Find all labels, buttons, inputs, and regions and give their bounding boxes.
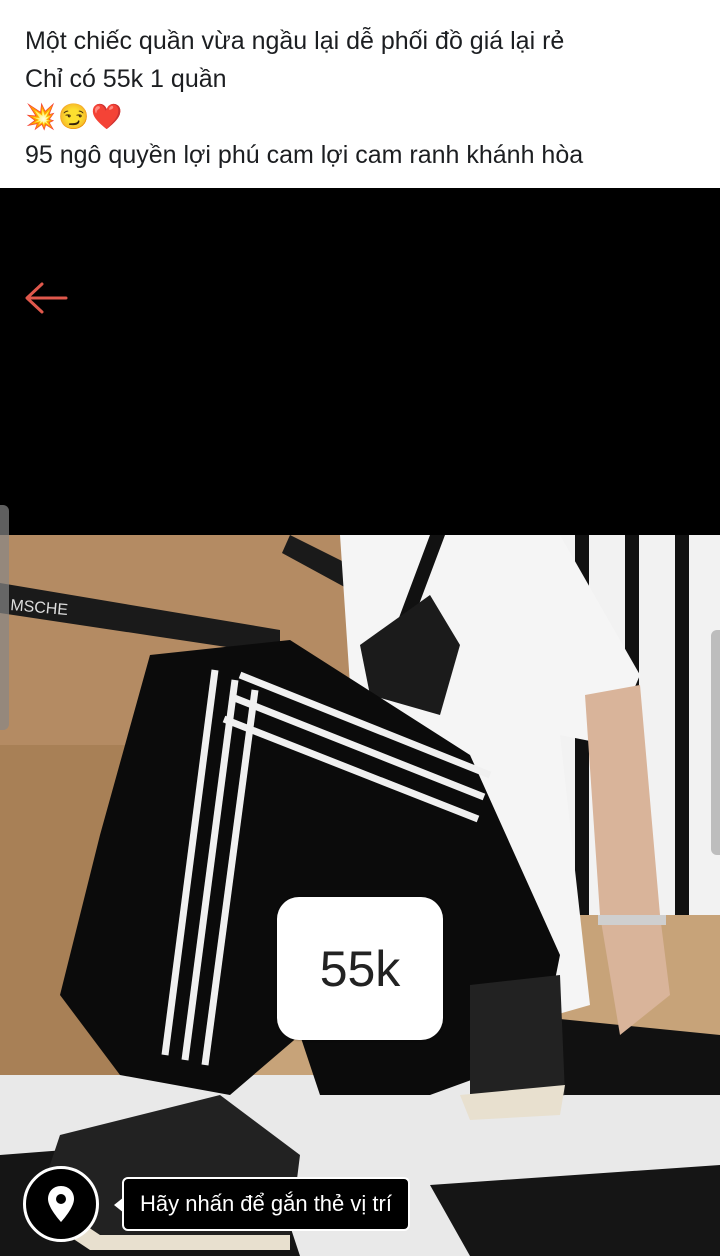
caption-line-4: 95 ngô quyền lợi phú cam lợi cam ranh kh… <box>25 141 584 169</box>
product-photo-image: MSCHE <box>0 535 720 1256</box>
product-photo[interactable]: MSCHE <box>0 535 720 1256</box>
back-button[interactable] <box>22 280 70 316</box>
scroll-indicator-left <box>0 505 9 730</box>
collision-emoji: 💥 <box>25 103 57 131</box>
heart-emoji: ❤️ <box>91 103 123 131</box>
location-tooltip[interactable]: Hãy nhấn để gắn thẻ vị trí <box>114 1177 410 1231</box>
smirk-emoji: 😏 <box>58 103 90 131</box>
back-arrow-icon <box>25 282 68 314</box>
price-sticker[interactable]: 55k <box>277 897 443 1040</box>
post-caption: Một chiếc quần vừa ngầu lại dễ phối đồ g… <box>0 0 720 188</box>
caption-line-2: Chỉ có 55k 1 quần <box>25 65 227 93</box>
caption-emoji-row: 💥 😏 ❤️ <box>25 98 695 136</box>
location-pin-icon <box>48 1186 74 1222</box>
caption-line-1: Một chiếc quần vừa ngầu lại dễ phối đồ g… <box>25 27 565 55</box>
location-tag-button[interactable] <box>23 1166 99 1242</box>
scroll-indicator-right <box>711 630 720 855</box>
